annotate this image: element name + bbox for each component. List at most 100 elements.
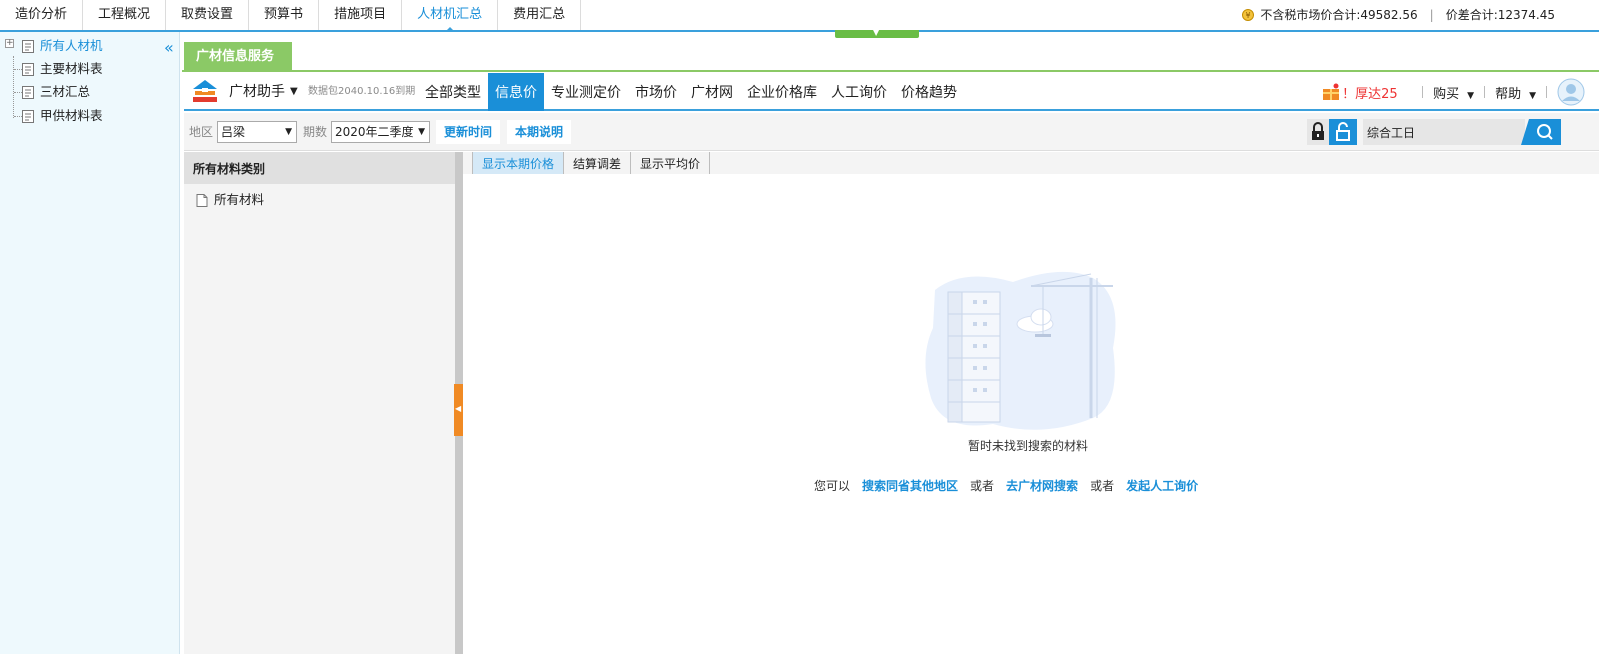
report-icon [22, 62, 34, 76]
update-time-button[interactable]: 更新时间 [436, 120, 501, 144]
report-icon [22, 85, 34, 99]
tab-settlement-adjust[interactable]: 结算调差 [563, 152, 632, 174]
empty-state-illustration [925, 271, 1116, 430]
tab-labor-material-summary[interactable]: 人材机汇总 [402, 0, 499, 32]
divider: | [1429, 8, 1434, 22]
category-panel: 所有材料类别 所有材料 [184, 152, 455, 654]
filter-bar: 地区 吕梁 ▼ 期数 2020年二季度 ▼ 更新时间 本期说明 [184, 113, 1599, 151]
sidebar-item-label: 甲供材料表 [40, 108, 103, 123]
panel-collapse-handle[interactable]: ▼ [835, 28, 919, 38]
chevron-left-icon: ◀ [455, 404, 462, 413]
divider [1546, 86, 1547, 98]
search-other-regions-link[interactable]: 搜索同省其他地区 [862, 477, 958, 494]
tab-fee-summary[interactable]: 费用汇总 [498, 0, 582, 30]
service-header: 广材信息服务 [182, 38, 1599, 72]
chevron-down-icon: ▼ [1529, 90, 1536, 101]
svg-text:¥: ¥ [1246, 11, 1251, 20]
tab-average-price[interactable]: 显示平均价 [630, 152, 711, 174]
nav-manual-inquiry[interactable]: 人工询价 [824, 73, 894, 111]
sidebar-item-owner-supplied[interactable]: 甲供材料表 [22, 106, 103, 126]
material-search-input[interactable] [1363, 119, 1525, 145]
lock-icon[interactable] [1307, 119, 1329, 145]
nav-material-web[interactable]: 广材网 [684, 73, 740, 111]
chevron-down-icon[interactable]: ▼ [290, 73, 298, 111]
gift-icon[interactable] [1322, 83, 1340, 101]
expand-toggle-icon[interactable]: + [5, 39, 14, 48]
suggest-prefix: 您可以 [814, 479, 851, 493]
nav-info-price[interactable]: 信息价 [488, 73, 544, 111]
search-suggestions: 您可以 搜索同省其他地区 或者 去广材网搜索 或者 发起人工询价 [814, 477, 1210, 494]
chevron-down-icon: ▼ [873, 28, 880, 37]
chevron-down-icon: ▼ [285, 127, 292, 137]
promo-text[interactable]: ！厚达25 [1342, 83, 1412, 102]
chevron-down-icon: ▼ [418, 127, 425, 137]
chevron-down-icon: ▼ [1467, 90, 1475, 101]
price-content: 显示本期价格 结算调差 显示平均价 暂时未找到搜索的材料 您可以 搜索同省其他地… [463, 152, 1599, 654]
tab-material-info-service[interactable]: 广材信息服务 [184, 42, 292, 72]
nav-price-trend[interactable]: 价格趋势 [894, 73, 964, 111]
tab-project-overview[interactable]: 工程概况 [83, 0, 167, 30]
market-total-label: 不含税市场价合计: [1260, 8, 1361, 22]
buy-menu[interactable]: 购买 ▼ [1433, 83, 1474, 102]
file-icon [196, 193, 208, 207]
sidebar-item-three-materials[interactable]: 三材汇总 [22, 82, 90, 102]
nav-market-price[interactable]: 市场价 [628, 73, 684, 111]
splitter-grip[interactable]: ◀ [454, 384, 463, 436]
top-tabs: 造价分析 工程概况 取费设置 预算书 措施项目 人材机汇总 费用汇总 [0, 0, 582, 32]
panel-splitter[interactable]: ◀ [454, 152, 463, 654]
category-item-label: 所有材料 [214, 192, 265, 207]
divider [1484, 86, 1486, 98]
data-package-expiry: 数据包2040.10.16到期 [308, 86, 416, 97]
help-label: 帮助 [1495, 86, 1522, 102]
top-tab-bar: 造价分析 工程概况 取费设置 预算书 措施项目 人材机汇总 费用汇总 ¥ 不含税… [0, 0, 1599, 38]
period-note-button[interactable]: 本期说明 [507, 120, 572, 144]
unlock-icon[interactable] [1329, 119, 1357, 145]
building-icon [947, 291, 1001, 423]
region-label: 地区 [189, 125, 214, 139]
sidebar-item-label: 所有人材机 [40, 38, 103, 53]
market-total-value: 49582.56 [1360, 8, 1418, 22]
price-diff-label: 价差合计: [1445, 8, 1498, 22]
tree-line [14, 116, 22, 117]
search-icon[interactable] [1521, 119, 1561, 145]
report-icon [22, 39, 34, 53]
assistant-brand[interactable]: 广材助手 [229, 73, 285, 111]
or-text: 或者 [1090, 479, 1115, 493]
period-select[interactable]: 2020年二季度 ▼ [331, 121, 430, 143]
tree-line [13, 56, 14, 118]
sidebar-item-label: 主要材料表 [40, 61, 103, 76]
tree-line [14, 92, 22, 93]
search-material-web-link[interactable]: 去广材网搜索 [1006, 477, 1078, 494]
report-icon [22, 109, 34, 123]
collapse-left-icon[interactable]: « [164, 40, 174, 56]
tab-measures[interactable]: 措施项目 [319, 0, 403, 30]
user-avatar-icon[interactable] [1557, 78, 1585, 106]
tab-cost-analysis[interactable]: 造价分析 [0, 0, 84, 30]
category-header: 所有材料类别 [184, 152, 455, 184]
sidebar-item-label: 三材汇总 [40, 84, 91, 99]
sidebar-item-main-materials[interactable]: 主要材料表 [22, 59, 103, 79]
nav-all-types[interactable]: 全部类型 [418, 73, 488, 111]
tab-current-price[interactable]: 显示本期价格 [472, 152, 565, 174]
price-type-nav: 全部类型 信息价 专业测定价 市场价 广材网 企业价格库 人工询价 价格趋势 [418, 73, 964, 111]
toolbar-right: ！厚达25 购买 ▼ 帮助 ▼ [1322, 73, 1599, 111]
nav-enterprise-price-lib[interactable]: 企业价格库 [740, 73, 824, 111]
manual-inquiry-link[interactable]: 发起人工询价 [1126, 477, 1198, 494]
empty-message: 暂时未找到搜索的材料 [967, 439, 1088, 453]
help-menu[interactable]: 帮助 ▼ [1495, 83, 1536, 102]
money-icon: ¥ [1242, 9, 1255, 21]
region-select[interactable]: 吕梁 ▼ [217, 121, 297, 143]
sidebar-item-all[interactable]: 所有人材机 [22, 36, 103, 56]
assistant-logo-icon [193, 80, 217, 102]
price-diff-value: 12374.45 [1497, 8, 1555, 22]
period-label: 期数 [303, 125, 328, 139]
or-text: 或者 [970, 479, 995, 493]
totals-summary: ¥ 不含税市场价合计: 49582.56 | 价差合计: 12374.45 [1242, 0, 1555, 30]
tab-budget-book[interactable]: 预算书 [249, 0, 320, 30]
period-value: 2020年二季度 [335, 125, 414, 139]
price-subtabs: 显示本期价格 结算调差 显示平均价 [463, 152, 1599, 174]
tab-fee-settings[interactable]: 取费设置 [166, 0, 250, 30]
nav-professional-price[interactable]: 专业测定价 [544, 73, 628, 111]
region-value: 吕梁 [221, 125, 246, 139]
category-item-all[interactable]: 所有材料 [196, 190, 264, 210]
